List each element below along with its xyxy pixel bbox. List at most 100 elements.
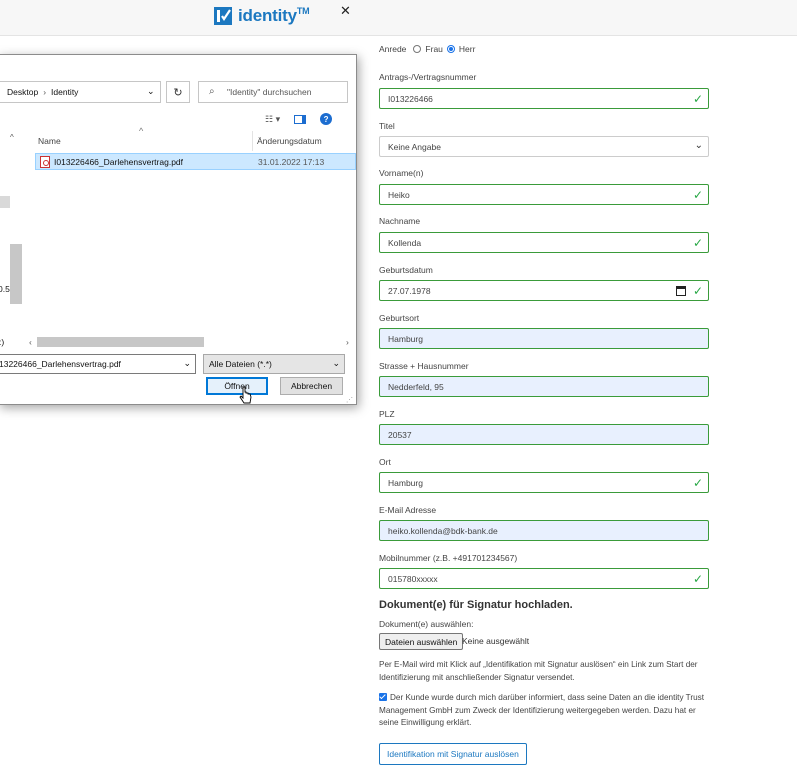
anrede-row: Anrede Frau Herr — [379, 44, 475, 54]
scroll-up-icon[interactable]: ^ — [10, 133, 22, 143]
refresh-icon[interactable]: ↻ — [166, 81, 190, 103]
titel-select[interactable]: Keine Angabe ⌄ — [379, 136, 709, 157]
consent-row: Der Kunde wurde durch mich darüber infor… — [379, 692, 709, 730]
close-icon[interactable]: ✕ — [340, 3, 351, 19]
scroll-right-icon[interactable]: › — [346, 337, 349, 347]
filename-input[interactable]: 13226466_Darlehensvertrag.pdf ⌄ — [0, 354, 196, 374]
upload-heading: Dokument(e) für Signatur hochladen. — [379, 599, 573, 611]
horizontal-scrollbar-thumb[interactable] — [37, 337, 204, 347]
nachname-label: Nachname — [379, 216, 421, 226]
address-bar[interactable]: Desktop › Identity ⌄ — [0, 81, 161, 103]
vorname-input[interactable]: Heiko ✓ — [379, 184, 709, 205]
file-name: I013226466_Darlehensvertrag.pdf — [54, 156, 184, 167]
nav-item-partial-2[interactable]: :) — [0, 337, 4, 347]
strasse-value: Nedderfeld, 95 — [388, 381, 444, 392]
mobil-label: Mobilnummer (z.B. +491701234567) — [379, 553, 518, 563]
search-placeholder: "Identity" durchsuchen — [227, 87, 312, 97]
upload-label: Dokument(e) auswählen: — [379, 619, 474, 629]
anrede-label: Anrede — [379, 44, 407, 54]
filetype-select[interactable]: Alle Dateien (*.*) ⌄ — [203, 354, 345, 374]
geburtsdatum-label: Geburtsdatum — [379, 265, 433, 275]
vertragsnummer-input[interactable]: I013226466 ✓ — [379, 88, 709, 109]
preview-pane-icon[interactable] — [294, 114, 307, 124]
check-icon: ✓ — [692, 92, 703, 106]
plz-input[interactable]: 20537 — [379, 424, 709, 445]
vorname-value: Heiko — [388, 189, 410, 200]
pdf-file-icon — [40, 155, 50, 168]
consent-checkbox[interactable] — [379, 693, 387, 701]
file-date: 31.01.2022 17:13 — [258, 156, 325, 167]
column-name-header[interactable]: Name — [38, 136, 61, 146]
help-icon[interactable]: ? — [320, 113, 333, 125]
geburtsdatum-value: 27.07.1978 — [388, 285, 431, 296]
file-row[interactable]: I013226466_Darlehensvertrag.pdf 31.01.20… — [35, 153, 356, 170]
filename-value: 13226466_Darlehensvertrag.pdf — [0, 359, 121, 369]
upload-status: Keine ausgewählt — [462, 636, 530, 646]
chevron-down-icon: ⌄ — [694, 140, 703, 151]
nav-pane-selection[interactable] — [0, 196, 10, 208]
submit-identification-button[interactable]: Identifikation mit Signatur auslösen — [379, 743, 527, 765]
email-input[interactable]: heiko.kollenda@bdk-bank.de — [379, 520, 709, 541]
email-value: heiko.kollenda@bdk-bank.de — [388, 525, 498, 536]
mobil-input[interactable]: 015780xxxxx ✓ — [379, 568, 709, 589]
geburtsdatum-input[interactable]: 27.07.1978 ✓ — [379, 280, 709, 301]
check-icon: ✓ — [692, 572, 703, 586]
dialog-search-input[interactable]: ⌕ "Identity" durchsuchen — [198, 81, 348, 103]
geburtsort-label: Geburtsort — [379, 313, 420, 323]
sort-up-icon: ^ — [139, 126, 144, 136]
email-label: E-Mail Adresse — [379, 505, 437, 515]
brand-name: identityTM — [238, 6, 310, 25]
breadcrumb-separator-icon: › — [43, 87, 47, 97]
chevron-down-icon[interactable]: ⌄ — [147, 86, 155, 97]
info-text: Per E-Mail wird mit Klick auf „Identifik… — [379, 660, 698, 682]
identity-logo-mark — [214, 7, 232, 25]
breadcrumb-identity[interactable]: Identity — [51, 87, 78, 97]
resize-grip-icon[interactable]: ⋰ — [346, 396, 353, 404]
strasse-label: Strasse + Hausnummer — [379, 361, 469, 371]
calendar-icon[interactable] — [676, 285, 686, 296]
scroll-left-icon[interactable]: ‹ — [29, 337, 32, 347]
frau-label: Frau — [425, 44, 443, 54]
column-divider — [252, 131, 253, 151]
radio-frau[interactable] — [413, 45, 422, 53]
nachname-input[interactable]: Kollenda ✓ — [379, 232, 709, 253]
cancel-button[interactable]: Abbrechen — [280, 377, 343, 395]
view-options-icon[interactable]: ☷ ▾ — [265, 114, 280, 125]
titel-label: Titel — [379, 121, 395, 131]
choose-files-button[interactable]: Dateien auswählen — [379, 633, 464, 650]
identity-logo: identityTM — [214, 6, 310, 26]
vertragsnummer-label: Antrags-/Vertragsnummer — [379, 72, 477, 82]
mobil-value: 015780xxxxx — [388, 573, 438, 584]
check-icon: ✓ — [692, 236, 703, 250]
nav-item-partial[interactable]: 0.5 — [0, 284, 10, 294]
ort-value: Hamburg — [388, 477, 423, 488]
vorname-label: Vorname(n) — [379, 168, 424, 178]
column-date-header[interactable]: Änderungsdatum — [257, 136, 322, 146]
file-open-dialog — [0, 54, 357, 405]
chevron-down-icon: ⌄ — [332, 358, 340, 368]
radio-herr[interactable] — [446, 45, 455, 53]
filetype-value: Alle Dateien (*.*) — [209, 359, 272, 369]
herr-label: Herr — [458, 44, 476, 54]
breadcrumb-desktop[interactable]: Desktop — [7, 87, 38, 97]
geburtsort-input[interactable]: Hamburg — [379, 328, 709, 349]
top-bar: identityTM — [0, 0, 797, 36]
strasse-input[interactable]: Nedderfeld, 95 — [379, 376, 709, 397]
search-icon: ⌕ — [209, 86, 215, 97]
check-icon: ✓ — [692, 476, 703, 490]
ort-input[interactable]: Hamburg ✓ — [379, 472, 709, 493]
nachname-value: Kollenda — [388, 237, 422, 248]
view-toolbar: ☷ ▾ ? — [265, 113, 333, 125]
check-icon: ✓ — [692, 188, 703, 202]
vertragsnummer-value: I013226466 — [388, 93, 433, 104]
open-button[interactable]: Öffnen — [206, 377, 268, 395]
nav-scrollbar-thumb[interactable] — [10, 244, 22, 304]
trademark: TM — [296, 6, 310, 16]
plz-value: 20537 — [388, 429, 412, 440]
check-icon: ✓ — [692, 284, 703, 298]
plz-label: PLZ — [379, 409, 395, 419]
chevron-down-icon[interactable]: ⌄ — [183, 358, 191, 369]
mouse-cursor-icon — [239, 386, 252, 404]
titel-value: Keine Angabe — [388, 141, 441, 152]
consent-text: Der Kunde wurde durch mich darüber infor… — [379, 693, 705, 727]
